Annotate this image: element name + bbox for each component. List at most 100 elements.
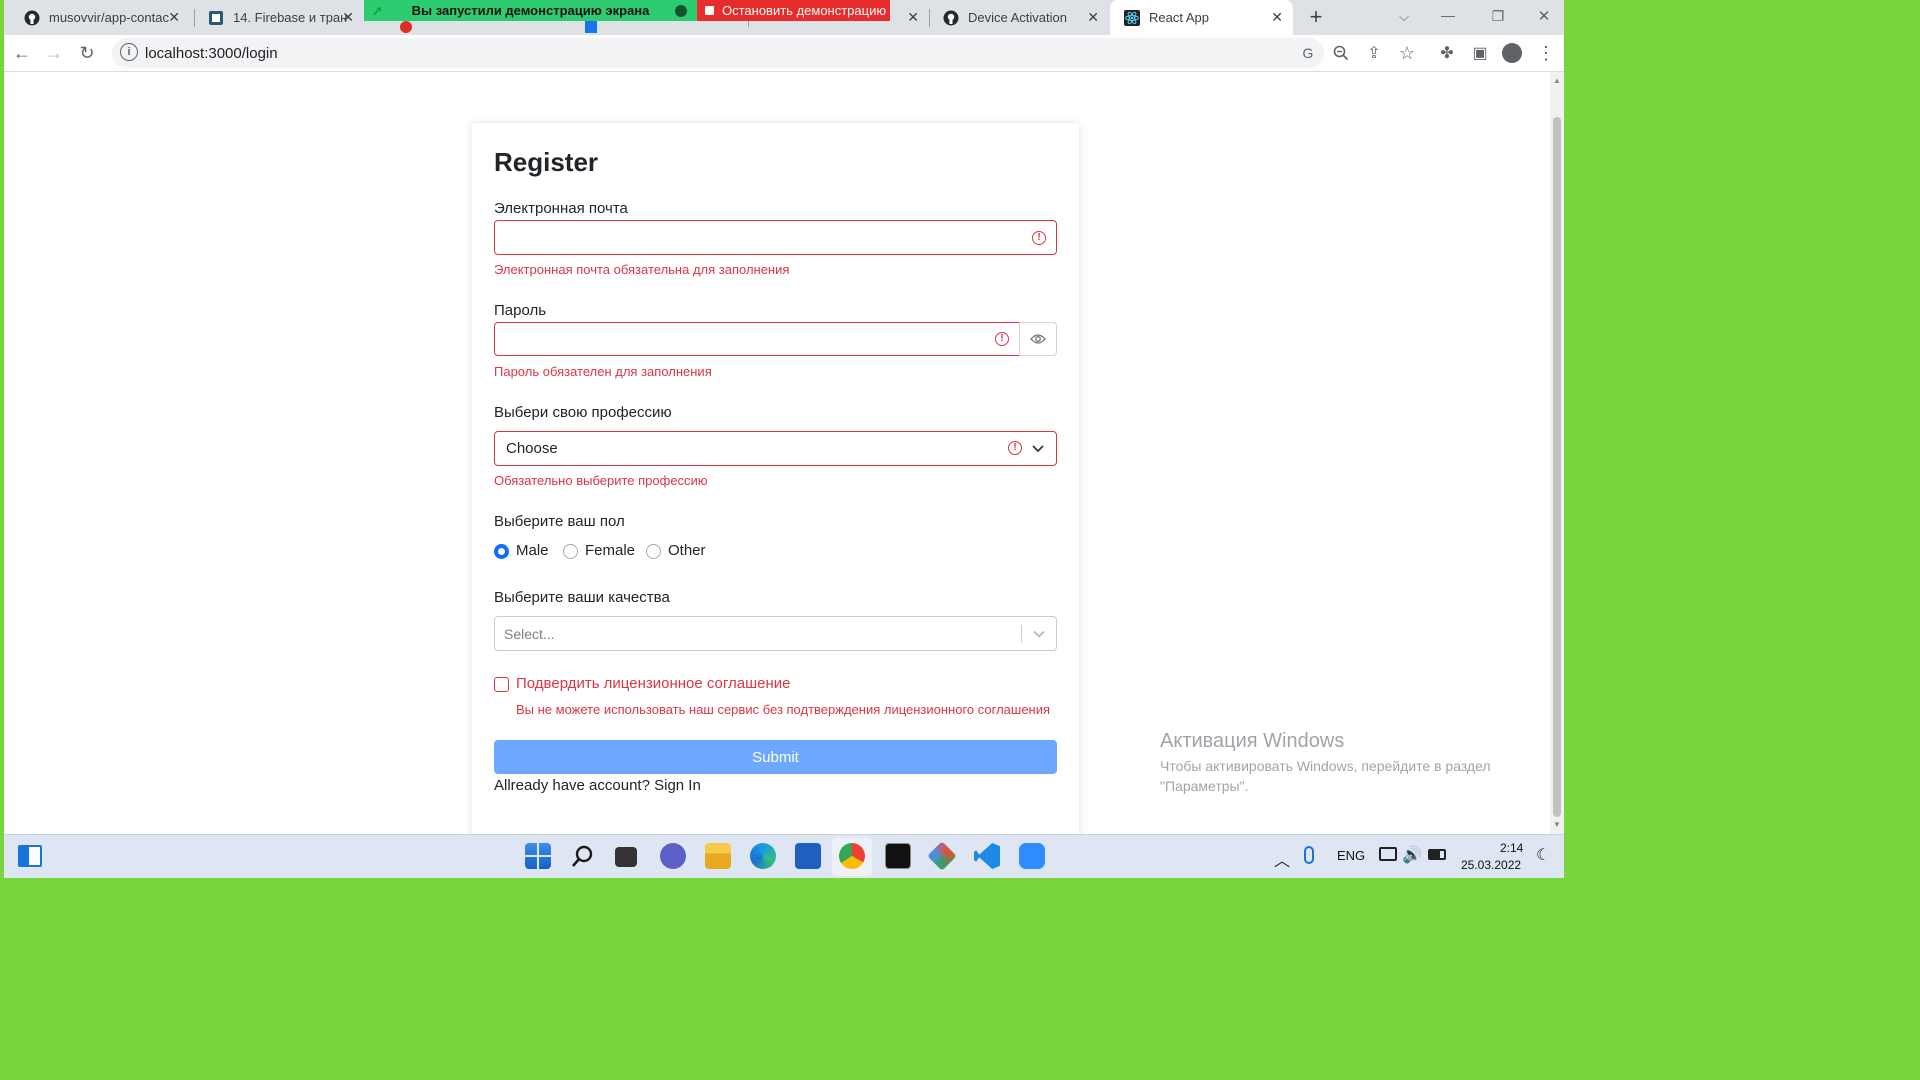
git-kraken-icon[interactable] [927,841,957,871]
email-label: Электронная почта [494,200,628,217]
tab-firebase[interactable]: 14. Firebase и трансф ✕ [194,0,364,35]
zoom-app-icon[interactable] [1019,843,1045,869]
chevron-down-icon[interactable]: ⌵ [1394,7,1414,27]
tab-device-activation[interactable]: Device Activation ✕ [929,0,1109,35]
profession-error: Обязательно выберите профессию [494,473,708,488]
document-icon [209,10,223,25]
close-tab-icon[interactable]: ✕ [1087,9,1099,26]
password-label: Пароль [494,302,547,319]
close-tab-icon[interactable]: ✕ [907,9,919,26]
clock-time[interactable]: 2:14 [1500,841,1523,855]
file-explorer-icon[interactable] [705,843,731,869]
task-view-icon[interactable] [615,847,637,867]
scroll-down-icon[interactable]: ▼ [1553,820,1561,829]
close-window-icon[interactable]: ✕ [1534,6,1554,26]
scroll-up-icon[interactable]: ▲ [1553,76,1561,85]
page-scrollbar[interactable]: ▲ ▼ [1550,72,1564,834]
side-panel-icon[interactable]: ▣ [1470,43,1490,63]
start-icon[interactable] [525,843,551,869]
tab-title: Device Activation [968,10,1067,25]
restore-icon[interactable]: ❐ [1488,6,1508,26]
store-icon[interactable] [795,843,821,869]
language-indicator[interactable]: ENG [1337,848,1365,863]
github-icon [943,10,959,25]
url-text: localhost:3000/login [145,45,278,62]
bookmark-star-icon[interactable]: ☆ [1397,43,1417,63]
qualities-label: Выберите ваши качества [494,589,670,606]
page-content: Register Электронная почта ! Электронная… [4,72,1550,843]
back-icon[interactable]: ← [12,43,32,63]
email-field[interactable]: ! [494,220,1057,255]
license-label[interactable]: Подвердить лицензионное соглашение [516,675,791,692]
windows-taskbar: ︿ ENG 🔊 2:14 25.03.2022 ☾ [4,834,1564,878]
error-icon: ! [995,332,1009,346]
gender-radio-other[interactable] [646,544,661,559]
minimize-icon[interactable]: — [1438,5,1458,25]
share-icon: ➚ [372,2,383,18]
new-tab-icon[interactable]: + [1306,4,1326,29]
reload-icon[interactable]: ↻ [77,43,97,63]
chevron-up-icon[interactable]: ︿ [1274,847,1290,871]
license-error: Вы не можете использовать наш сервис без… [516,702,1051,717]
gender-label: Выберите ваш пол [494,513,625,530]
signin-link[interactable]: Allready have account? Sign In [494,777,701,794]
battery-icon[interactable] [1428,849,1446,860]
windows-activation-text: Чтобы активировать Windows, перейдите в … [1160,758,1491,794]
terminal-icon[interactable] [885,843,911,869]
stop-share-button[interactable]: Остановить демонстрацию [697,0,890,21]
profession-label: Выбери свою профессию [494,404,672,421]
info-icon[interactable]: i [120,43,138,61]
qualities-multiselect[interactable]: Select... [494,616,1057,651]
chrome-icon[interactable] [839,843,865,869]
share-page-icon[interactable]: ⇪ [1364,43,1384,63]
tab-title: 14. Firebase и трансф [233,10,348,25]
forward-icon[interactable]: → [44,43,64,63]
windows-activation-title: Активация Windows [1160,730,1345,752]
gender-option-label: Female [585,542,636,559]
widgets-icon[interactable] [18,845,42,867]
password-error: Пароль обязателен для заполнения [494,364,712,379]
zoom-icon[interactable] [1331,43,1351,63]
gender-radio-female[interactable] [563,544,578,559]
chevron-down-icon [1032,445,1044,453]
submit-button[interactable]: Submit [494,740,1057,774]
microphone-icon[interactable] [1304,846,1314,864]
tab-musovvir[interactable]: musovvir/app-contact ✕ [10,0,190,35]
github-icon [24,10,40,25]
tab-react-app[interactable]: React App ✕ [1110,0,1293,35]
close-tab-icon[interactable]: ✕ [342,9,354,26]
menu-kebab-icon[interactable]: ⋮ [1536,43,1556,63]
page-title: Register [494,147,599,177]
extensions-icon[interactable]: ✤ [1437,43,1457,63]
profession-selected-value: Choose [506,440,558,457]
edge-icon[interactable] [750,843,776,869]
address-bar[interactable]: i localhost:3000/login G [112,38,1324,68]
profession-select[interactable]: Choose ! [494,431,1057,466]
close-tab-icon[interactable]: ✕ [168,9,180,26]
error-icon: ! [1008,441,1022,455]
browser-window: musovvir/app-contact ✕ 14. Firebase и тр… [4,0,1564,878]
stop-icon [705,6,714,15]
password-field[interactable]: ! [494,322,1020,356]
close-tab-icon[interactable]: ✕ [1271,9,1283,26]
network-icon[interactable] [1379,847,1397,861]
license-checkbox[interactable] [494,677,509,692]
search-icon[interactable] [570,843,596,869]
gender-option-label: Other [668,542,706,559]
register-card: Register Электронная почта ! Электронная… [472,123,1079,843]
volume-icon[interactable]: 🔊 [1402,845,1422,865]
react-icon [1124,9,1140,26]
vscode-icon[interactable] [974,843,1000,869]
scrollbar-thumb[interactable] [1553,117,1561,817]
profile-avatar-icon[interactable] [1502,43,1522,63]
chevron-down-icon[interactable] [1033,630,1045,638]
teams-chat-icon[interactable] [660,843,686,869]
toggle-password-button[interactable] [1019,322,1057,356]
gender-radio-male[interactable] [494,544,509,559]
notifications-icon[interactable]: ☾ [1536,845,1550,865]
clock-date[interactable]: 25.03.2022 [1461,858,1521,872]
qualities-placeholder: Select... [504,626,555,642]
error-icon: ! [1032,231,1046,245]
translate-icon[interactable]: G [1298,43,1318,63]
tab-title: React App [1149,10,1209,25]
